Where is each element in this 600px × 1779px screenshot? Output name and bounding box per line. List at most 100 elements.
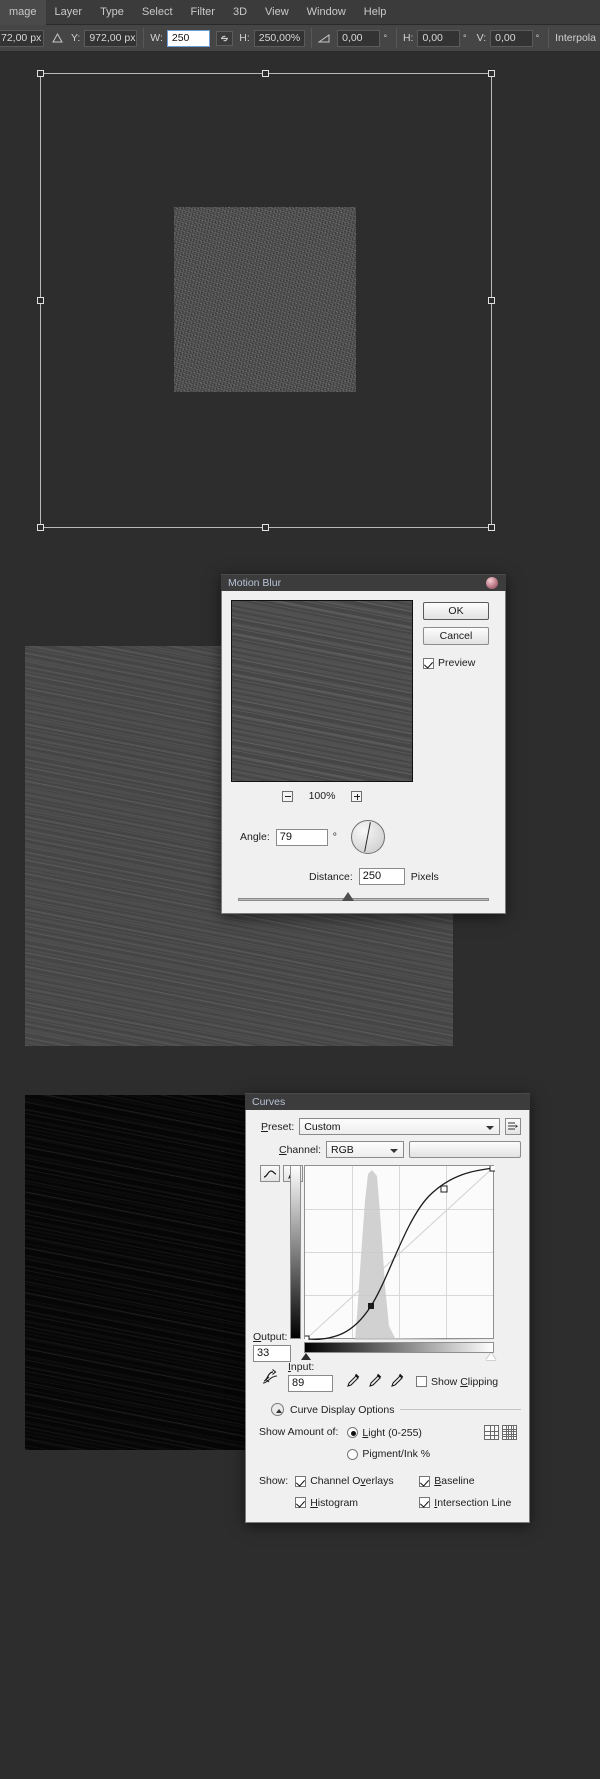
distance-slider[interactable]	[238, 892, 489, 901]
curves-plot[interactable]	[305, 1166, 495, 1340]
cancel-button[interactable]: Cancel	[423, 627, 489, 645]
distance-input[interactable]: 250	[358, 868, 405, 885]
handle-bottom-right[interactable]	[488, 524, 495, 531]
light-radio[interactable]: Light (0-255)	[347, 1427, 422, 1439]
show-checkbox-col-1: Channel Overlays Histogram	[295, 1474, 406, 1514]
angle-dial-needle[interactable]	[364, 822, 372, 852]
chevron-up-icon[interactable]	[271, 1403, 284, 1416]
curves-tools-column: Output: 33	[253, 1165, 303, 1362]
grid-tenth-icon[interactable]	[502, 1425, 517, 1440]
histogram-checkbox-box[interactable]	[295, 1497, 307, 1508]
histogram-label: Histogram	[310, 1496, 359, 1509]
handle-bottom-center[interactable]	[262, 524, 269, 531]
channel-overlays-checkbox-box[interactable]	[295, 1475, 307, 1487]
angle-label: Angle:	[240, 831, 270, 843]
width-input[interactable]: 250	[166, 29, 211, 47]
show-clipping-checkbox[interactable]: Show Clipping	[416, 1376, 498, 1388]
black-point-slider[interactable]	[301, 1353, 311, 1360]
skew-h-input[interactable]: 0,00	[417, 29, 460, 47]
link-icon[interactable]	[216, 30, 234, 46]
grid-quarter-icon[interactable]	[484, 1425, 499, 1440]
handle-middle-left[interactable]	[37, 296, 44, 304]
eyedropper-white-icon[interactable]	[391, 1373, 404, 1390]
distance-slider-thumb[interactable]	[342, 892, 355, 901]
channel-row: Channel: RGB	[254, 1141, 521, 1158]
show-clipping-checkbox-box[interactable]	[416, 1376, 427, 1387]
white-point-slider[interactable]	[486, 1353, 496, 1360]
show-amount-row: Show Amount of: Light (0-255) Pigment/In…	[254, 1425, 521, 1465]
curves-graph[interactable]	[304, 1165, 495, 1340]
preview-zoom-level: 100%	[308, 790, 336, 802]
zoom-in-icon[interactable]	[351, 790, 363, 802]
skew-v-input[interactable]: 0,00	[490, 29, 533, 47]
curve-display-options-header[interactable]: Curve Display Options	[254, 1403, 521, 1416]
menu-item-layer[interactable]: Layer	[46, 0, 92, 25]
menu-item-view[interactable]: View	[256, 0, 298, 25]
handle-top-right[interactable]	[488, 70, 495, 77]
preview-checkbox[interactable]: Preview	[423, 657, 475, 669]
preset-menu-icon[interactable]	[505, 1118, 521, 1135]
pigment-radio-box[interactable]	[347, 1448, 359, 1460]
menu-item-select[interactable]: Select	[133, 0, 182, 25]
curve-display-options-label: Curve Display Options	[290, 1403, 395, 1416]
intersection-line-checkbox[interactable]: Intersection Line	[419, 1497, 511, 1509]
y-position-input[interactable]: 972,00 px	[84, 29, 138, 47]
degree-symbol-2: °	[462, 33, 467, 43]
output-gradient-strip	[290, 1165, 301, 1339]
show-row: Show: Channel Overlays Histogram Baselin…	[254, 1474, 521, 1514]
channel-dropdown[interactable]: RGB	[326, 1141, 405, 1158]
motion-blur-title-bar[interactable]: Motion Blur	[221, 574, 506, 591]
angle-input[interactable]: 79	[275, 828, 328, 846]
options-divider-3	[396, 28, 397, 48]
ok-button[interactable]: OK	[423, 602, 489, 620]
menu-item-image[interactable]: mage	[0, 0, 46, 25]
menu-item-filter[interactable]: Filter	[182, 0, 224, 25]
menu-item-3d[interactable]: 3D	[224, 0, 256, 25]
motion-blur-filter-preview[interactable]	[231, 600, 413, 782]
curves-dialog[interactable]: Curves Preset: Custom Channel: RGB Outpu…	[245, 1093, 530, 1523]
options-divider-1	[143, 28, 145, 48]
eyedropper-group	[347, 1373, 404, 1390]
eyedropper-black-icon[interactable]	[347, 1373, 360, 1390]
curves-title-bar[interactable]: Curves	[245, 1093, 530, 1110]
smooth-curve-icon[interactable]	[254, 1368, 288, 1385]
light-radio-box[interactable]	[347, 1427, 359, 1438]
baseline-checkbox[interactable]: Baseline	[419, 1475, 475, 1487]
auto-button[interactable]	[409, 1141, 521, 1158]
preview-checkbox-box[interactable]	[423, 657, 434, 669]
channel-overlays-checkbox[interactable]: Channel Overlays	[295, 1475, 394, 1487]
x-position-input[interactable]: 72,00 px	[0, 29, 44, 47]
intersection-line-checkbox-box[interactable]	[419, 1497, 431, 1508]
preset-dropdown[interactable]: Custom	[299, 1118, 500, 1135]
input-input[interactable]: 89	[288, 1375, 333, 1392]
motion-blur-buttons-column: OK Cancel Preview	[423, 600, 491, 802]
height-input[interactable]: 250,00%	[253, 29, 306, 47]
distance-slider-track[interactable]	[238, 898, 489, 901]
handle-middle-right[interactable]	[488, 296, 495, 304]
pigment-radio[interactable]: Pigment/Ink %	[347, 1448, 430, 1460]
baseline-checkbox-box[interactable]	[419, 1475, 431, 1487]
h-label: H:	[239, 32, 250, 44]
angle-dial[interactable]	[350, 820, 385, 854]
zoom-out-icon[interactable]	[281, 790, 293, 802]
input-label: Input:	[288, 1361, 315, 1373]
motion-blur-dialog[interactable]: Motion Blur 100% OK Cancel Preview Angle…	[221, 574, 506, 914]
output-input[interactable]: 33	[253, 1345, 291, 1362]
handle-top-center[interactable]	[262, 70, 269, 77]
menu-item-type[interactable]: Type	[91, 0, 133, 25]
curve-pencil-icon[interactable]	[260, 1165, 280, 1182]
input-gradient-strip	[304, 1342, 494, 1353]
menu-item-window[interactable]: Window	[298, 0, 355, 25]
handle-top-left[interactable]	[37, 70, 44, 77]
histogram-checkbox[interactable]: Histogram	[295, 1497, 358, 1509]
rotation-angle-input[interactable]: 0,00	[337, 29, 381, 47]
input-levels-sliders[interactable]	[301, 1353, 496, 1362]
output-label: Output:	[253, 1331, 288, 1343]
baseline-label: Baseline	[434, 1475, 475, 1487]
menu-item-help[interactable]: Help	[355, 0, 396, 25]
grid-size-group	[484, 1425, 517, 1440]
curves-body: Preset: Custom Channel: RGB Output: 33 I…	[245, 1110, 530, 1523]
handle-bottom-left[interactable]	[37, 524, 44, 531]
eyedropper-gray-icon[interactable]	[369, 1373, 382, 1390]
curves-graph-block: Output: 33	[253, 1165, 521, 1362]
